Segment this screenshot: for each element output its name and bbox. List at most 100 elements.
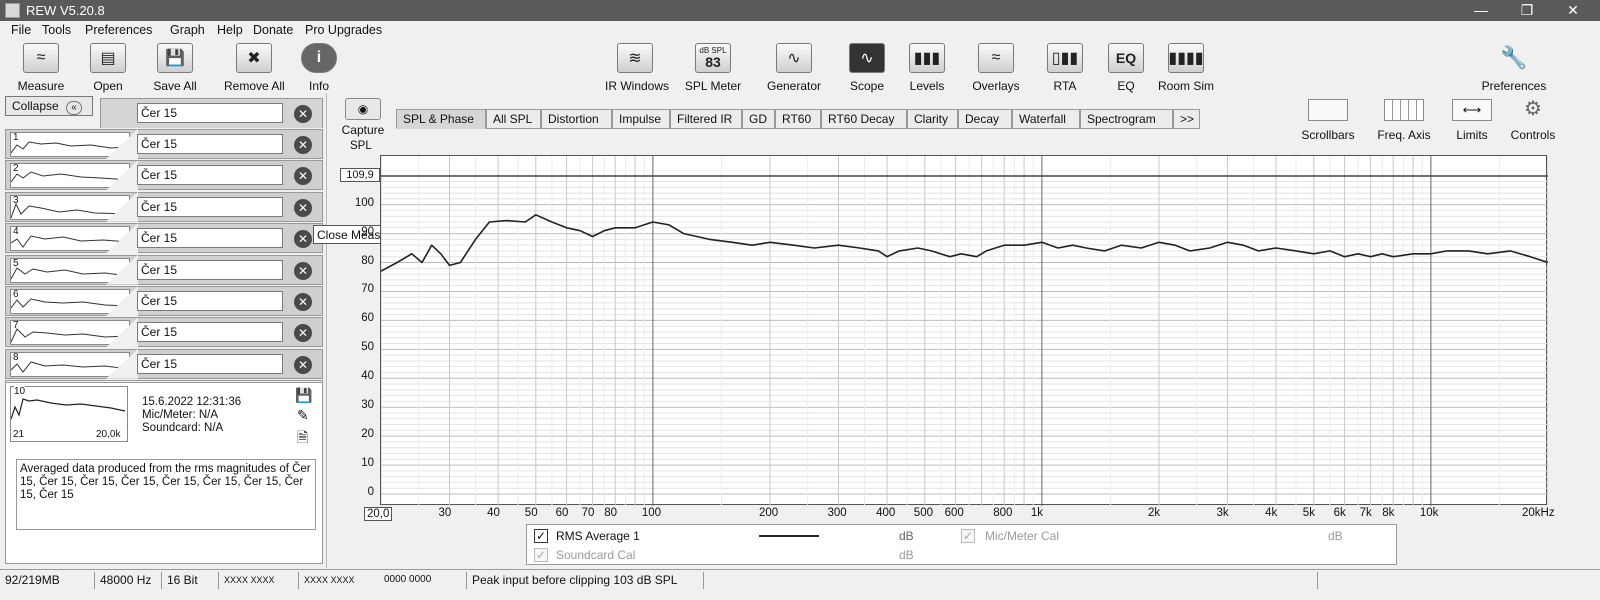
x-tick-label: 3k: [1216, 507, 1229, 519]
controls-button[interactable]: ⚙ Controls: [1507, 99, 1559, 142]
freq-axis-button[interactable]: Freq. Axis: [1373, 99, 1435, 142]
preferences-button[interactable]: 🔧 Preferences: [1476, 41, 1552, 93]
graph-tab[interactable]: All SPL: [486, 109, 541, 129]
measurement-name-field[interactable]: Čer 15: [137, 103, 283, 123]
measurement-name-field[interactable]: Čer 15: [137, 291, 283, 311]
measurement-row[interactable]: 8 Čer 15 ✕: [5, 348, 323, 379]
close-measurement-button[interactable]: ✕: [294, 355, 312, 374]
close-measurement-button[interactable]: ✕: [294, 105, 312, 123]
x-tick-label[interactable]: 20,0: [364, 507, 393, 521]
x-tick-label: 800: [993, 507, 1013, 519]
close-measurement-button[interactable]: ✕: [294, 136, 312, 154]
menu-tools[interactable]: Tools: [42, 23, 71, 37]
limits-button[interactable]: ⟷ Limits: [1448, 99, 1496, 142]
graph-tab[interactable]: Waterfall: [1012, 109, 1080, 129]
mic-meter-cal-checkbox[interactable]: ✓: [961, 529, 975, 543]
generator-icon: ∿: [776, 43, 812, 73]
generator-button[interactable]: ∿ Generator: [764, 41, 824, 93]
x-tick-label: 50: [524, 507, 538, 519]
restore-icon[interactable]: ❐: [1504, 0, 1550, 21]
spl-graph[interactable]: [380, 155, 1548, 506]
close-icon[interactable]: ✕: [1550, 0, 1596, 21]
room-sim-button[interactable]: ▮▮▮▮ Room Sim: [1156, 41, 1216, 93]
overlays-button[interactable]: ≈ Overlays: [966, 41, 1026, 93]
measurement-row[interactable]: 3 Čer 15 ✕: [5, 191, 323, 222]
rms-average-checkbox[interactable]: ✓: [534, 529, 548, 543]
graph-tab[interactable]: Clarity: [907, 109, 958, 129]
scope-icon: ∿: [849, 43, 885, 73]
scope-button[interactable]: ∿ Scope: [837, 41, 897, 93]
measurement-row[interactable]: 7 Čer 15 ✕: [5, 317, 323, 348]
y-tick-label: 100: [354, 196, 374, 209]
title-bar: REW V5.20.8 — ❐ ✕: [0, 0, 1600, 21]
measurement-row[interactable]: 1 Čer 15 ✕: [5, 129, 323, 159]
y-axis-title: SPL: [350, 140, 372, 152]
levels-button[interactable]: ▮▮▮ Levels: [897, 41, 957, 93]
levels-icon: ▮▮▮: [909, 43, 945, 73]
measurement-row[interactable]: 6 Čer 15 ✕: [5, 286, 323, 316]
y-tick-label: 50: [361, 341, 374, 354]
menu-help[interactable]: Help: [217, 23, 243, 37]
measurement-number: 3: [13, 194, 19, 206]
menu-file[interactable]: File: [11, 23, 31, 37]
x-tick-label: 8k: [1382, 507, 1395, 519]
measurement-thumbnail: 6: [10, 289, 130, 314]
graph-tab[interactable]: SPL & Phase: [396, 109, 486, 129]
close-measurement-button[interactable]: ✕: [294, 324, 312, 343]
graph-tab[interactable]: RT60 Decay: [821, 109, 907, 129]
notes-icon[interactable]: 🗎: [297, 427, 308, 451]
measurement-row[interactable]: 4 Čer 15 ✕: [5, 223, 323, 254]
measurement-notes[interactable]: Averaged data produced from the rms magn…: [16, 459, 316, 530]
menu-pro-upgrades[interactable]: Pro Upgrades: [305, 23, 382, 37]
spl-meter-button[interactable]: dB SPL 83 SPL Meter: [683, 41, 743, 93]
close-measurement-button[interactable]: ✕: [294, 261, 312, 280]
info-button[interactable]: i Info: [289, 41, 349, 93]
menu-donate[interactable]: Donate: [253, 23, 293, 37]
graph-tab[interactable]: GD: [742, 109, 775, 129]
measurement-name-field[interactable]: Čer 15: [137, 259, 283, 280]
save-all-button[interactable]: 💾 Save All: [145, 41, 205, 93]
ir-windows-button[interactable]: ≋ IR Windows: [605, 41, 669, 93]
graph-tab[interactable]: RT60: [775, 109, 821, 129]
legend-unit-soundcard: dB: [899, 548, 914, 562]
graph-tab[interactable]: Spectrogram: [1080, 109, 1173, 129]
measurement-row[interactable]: 5 Čer 15 ✕: [5, 254, 323, 285]
measurement-thumbnail: 7: [10, 320, 130, 346]
save-measurement-icon[interactable]: 💾: [295, 387, 312, 404]
measurement-number: 6: [13, 289, 19, 300]
measure-button[interactable]: ≈ Measure: [11, 41, 71, 93]
measurement-name-field[interactable]: Čer 15: [137, 165, 283, 186]
graph-tab[interactable]: Impulse: [612, 109, 670, 129]
x-tick-label: 400: [876, 507, 896, 519]
graph-tab[interactable]: Decay: [958, 109, 1012, 129]
graph-tab[interactable]: Distortion: [541, 109, 612, 129]
eq-button[interactable]: EQ EQ: [1096, 41, 1156, 93]
menu-preferences[interactable]: Preferences: [85, 23, 152, 37]
capture-button[interactable]: ◉ Capture: [339, 98, 387, 137]
wrench-icon: 🔧: [1500, 45, 1528, 70]
edit-icon[interactable]: ✎: [297, 407, 309, 424]
close-measurement-button[interactable]: ✕: [294, 293, 312, 311]
graph-tab[interactable]: Filtered IR: [670, 109, 742, 129]
measurement-name-field[interactable]: Čer 15: [137, 196, 283, 217]
minimize-icon[interactable]: —: [1458, 0, 1504, 21]
open-button[interactable]: ▤ Open: [78, 41, 138, 93]
y-tick-label: 40: [361, 370, 374, 383]
close-measurement-button[interactable]: ✕: [294, 198, 312, 217]
measurement-name-field[interactable]: Čer 15: [137, 134, 283, 154]
menu-graph[interactable]: Graph: [170, 23, 205, 37]
close-measurement-button[interactable]: ✕: [294, 230, 312, 249]
remove-all-button[interactable]: ✖ Remove All: [224, 41, 285, 93]
graph-tab[interactable]: >>: [1173, 109, 1200, 129]
thumbnail-curve: [11, 398, 126, 420]
collapse-button[interactable]: Collapse «: [5, 96, 93, 116]
close-measurement-button[interactable]: ✕: [294, 167, 312, 186]
measurement-name-field[interactable]: Čer 15: [137, 353, 283, 374]
measurement-name-field[interactable]: Čer 15: [137, 322, 283, 343]
scrollbars-button[interactable]: Scrollbars: [1298, 99, 1358, 142]
measurement-name-field[interactable]: Čer 15: [137, 228, 283, 249]
rta-button[interactable]: ▯▮▮ RTA: [1035, 41, 1095, 93]
y-max-box[interactable]: 109,9: [340, 168, 380, 182]
measurement-row[interactable]: 2 Čer 15 ✕: [5, 160, 323, 191]
soundcard-cal-checkbox[interactable]: ✓: [534, 548, 548, 562]
